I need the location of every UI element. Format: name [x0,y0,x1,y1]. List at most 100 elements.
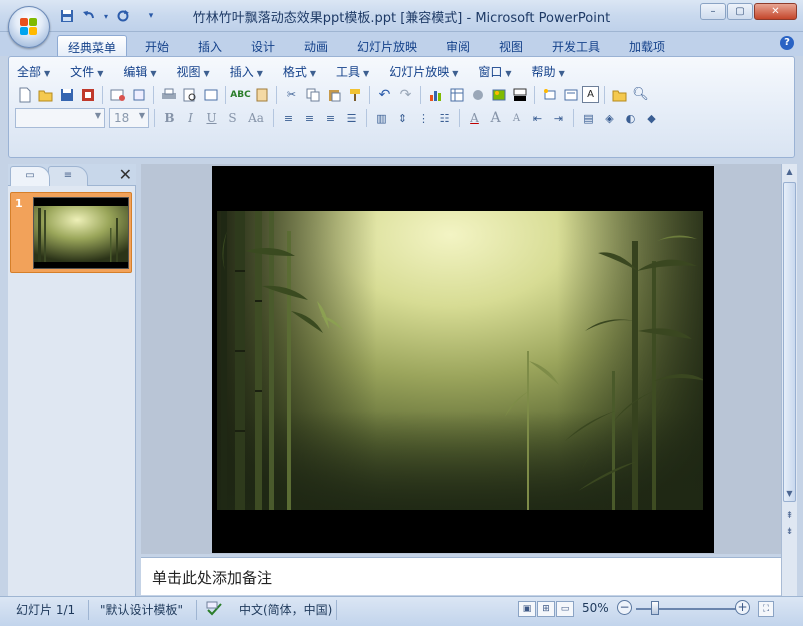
chart-icon[interactable] [426,85,445,104]
zoom-out-icon[interactable]: − [617,600,632,615]
minimize-button[interactable]: – [700,3,726,20]
picture-icon[interactable] [489,85,508,104]
open-folder-icon[interactable] [36,85,55,104]
scrollbar-thumb[interactable] [783,182,796,502]
increase-indent-icon[interactable]: ⇥ [549,109,568,128]
menu-window[interactable]: 窗口 ▼ [478,63,511,80]
normal-view-icon[interactable]: ▣ [518,601,536,617]
new-slide-icon[interactable] [540,85,559,104]
color-scheme-icon[interactable] [510,85,529,104]
table-icon[interactable] [447,85,466,104]
tab-design[interactable]: 设计 [251,35,275,56]
menu-format[interactable]: 格式 ▼ [283,63,316,80]
slideshow-view-icon[interactable]: ▭ [556,601,574,617]
close-icon[interactable]: ✕ [119,166,132,184]
change-case-button[interactable]: Aa [244,109,268,128]
align-center-icon[interactable]: ≡ [300,109,319,128]
cut-icon[interactable]: ✂ [282,85,301,104]
theme-name[interactable]: "默认设计模板" [100,601,183,618]
italic-button[interactable]: I [181,109,200,128]
close-button[interactable]: ✕ [754,3,797,20]
font-size-select[interactable]: 18 ▼ [109,108,149,128]
slide-sorter-view-icon[interactable]: ⊞ [537,601,555,617]
tab-slides[interactable]: ▭ [10,166,50,186]
tab-addins[interactable]: 加载项 [629,35,665,56]
columns-icon[interactable]: ▥ [372,109,391,128]
zoom-slider-handle[interactable] [651,601,659,615]
line-spacing-icon[interactable]: ⇕ [393,109,412,128]
vertical-scrollbar[interactable]: ▲ ▼ ⇞ ⇟ [781,164,797,596]
scroll-down-icon[interactable]: ▼ [782,486,797,502]
tab-home[interactable]: 开始 [145,35,169,56]
menu-tools[interactable]: 工具 ▼ [336,63,369,80]
zoom-in-icon[interactable]: + [735,600,750,615]
tab-animation[interactable]: 动画 [304,35,328,56]
slide-icon[interactable] [201,85,220,104]
language-indicator[interactable]: 中文(简体，中国) [239,601,332,618]
open-folder-2-icon[interactable] [610,85,629,104]
slide-thumbnail-selected[interactable]: 1 [10,192,132,273]
previous-slide-icon[interactable]: ⇞ [782,508,797,524]
new-file-icon[interactable] [15,85,34,104]
align-right-icon[interactable]: ≡ [321,109,340,128]
design-icon[interactable]: ▤ [579,109,598,128]
tab-classic-menu[interactable]: 经典菜单 [57,35,128,56]
shrink-font-button[interactable]: A [507,109,526,128]
numbering-icon[interactable]: ⋮ [414,109,433,128]
justify-icon[interactable]: ☰ [342,109,361,128]
notes-placeholder[interactable]: 单击此处添加备注 [152,567,272,588]
font-name-select[interactable]: ▼ [15,108,105,128]
menu-help[interactable]: 帮助 ▼ [532,63,565,80]
spellcheck-icon[interactable] [206,601,224,620]
tab-developer[interactable]: 开发工具 [552,35,600,56]
grow-font-button[interactable]: A [486,109,505,128]
tab-view[interactable]: 视图 [499,35,523,56]
more-icon[interactable]: ◆ [642,109,661,128]
layout-icon[interactable] [561,85,580,104]
zoom-icon[interactable]: 🔍︎ [631,85,650,104]
font-color-button[interactable]: A [465,109,484,128]
paste-icon[interactable] [324,85,343,104]
decrease-indent-icon[interactable]: ⇤ [528,109,547,128]
office-button[interactable] [8,6,50,48]
help-icon[interactable]: ? [780,36,794,50]
shape-fill-icon[interactable]: ◐ [621,109,640,128]
tab-outline[interactable]: ≡ [48,166,88,186]
format-painter-icon[interactable] [345,85,364,104]
underline-button[interactable]: U [202,109,221,128]
shapes-icon[interactable]: ◈ [600,109,619,128]
slide-canvas[interactable] [212,166,714,553]
print-icon[interactable] [159,85,178,104]
next-slide-icon[interactable]: ⇟ [782,524,797,540]
menu-insert[interactable]: 插入 ▼ [230,63,263,80]
fit-to-window-icon[interactable]: ⛶ [758,601,774,617]
scroll-up-icon[interactable]: ▲ [782,164,797,180]
save-file-icon[interactable] [57,85,76,104]
spelling-icon[interactable]: ABC [230,85,250,104]
tab-slideshow[interactable]: 幻灯片放映 [357,35,417,56]
permission-icon[interactable] [78,85,97,104]
menu-view[interactable]: 视图 ▼ [177,63,210,80]
bold-button[interactable]: B [160,109,179,128]
notes-pane[interactable]: 单击此处添加备注 [141,557,781,595]
redo-toolbar-icon[interactable]: ↷ [396,85,415,104]
undo-toolbar-icon[interactable]: ↶ [375,85,394,104]
menu-all[interactable]: 全部 ▼ [17,63,50,80]
align-left-icon[interactable]: ≡ [279,109,298,128]
maximize-button[interactable]: ▢ [727,3,753,20]
menu-slideshow[interactable]: 幻灯片放映 ▼ [389,63,458,80]
shadow-button[interactable]: S [223,109,242,128]
tab-insert[interactable]: 插入 [198,35,222,56]
tab-review[interactable]: 审阅 [446,35,470,56]
attach-icon[interactable] [129,85,148,104]
bullets-icon[interactable]: ☷ [435,109,454,128]
email-icon[interactable] [108,85,127,104]
menu-edit[interactable]: 编辑 ▼ [123,63,156,80]
copy-icon[interactable] [303,85,322,104]
research-icon[interactable] [252,85,271,104]
print-preview-icon[interactable] [180,85,199,104]
zoom-level[interactable]: 50% [582,601,609,615]
clipart-icon[interactable] [468,85,487,104]
menu-file[interactable]: 文件 ▼ [70,63,103,80]
textbox-icon[interactable]: A [582,86,599,103]
